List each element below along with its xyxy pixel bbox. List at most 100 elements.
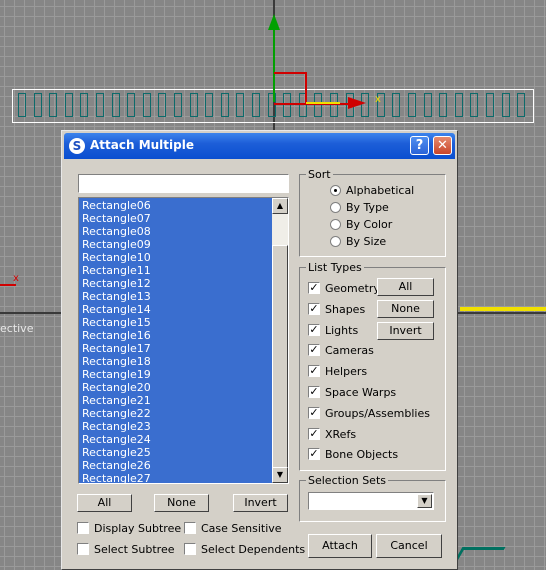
radio-button[interactable] [330, 219, 341, 230]
object-listbox[interactable]: Rectangle06 Rectangle07 Rectangle08 Rectang… [78, 197, 289, 484]
radio-button[interactable] [330, 236, 341, 247]
list-scrollbar[interactable]: ▲ ▼ [272, 198, 288, 483]
types-none-button[interactable]: None [377, 300, 434, 318]
world-x-axis [0, 284, 16, 286]
viewport-rectangle-shape[interactable] [517, 93, 525, 117]
checkmark-icon[interactable]: ✓ [308, 323, 320, 336]
viewport-rectangle-shape[interactable] [424, 93, 432, 117]
viewport-rectangle-shape[interactable] [112, 93, 120, 117]
viewport-rectangle-shape[interactable] [236, 93, 244, 117]
list-all-button[interactable]: All [77, 494, 132, 512]
object-list: Rectangle06 Rectangle07 Rectangle08 Rectang… [81, 199, 271, 483]
viewport-rectangle-shape[interactable] [143, 93, 151, 117]
list-item[interactable]: Rectangle27 [81, 472, 271, 483]
list-item[interactable]: Rectangle10 [81, 251, 271, 264]
viewport-rectangle-shape[interactable] [486, 93, 494, 117]
checkmark-icon[interactable]: ✓ [308, 406, 320, 419]
gizmo-plane-handle-top[interactable] [274, 72, 307, 74]
checkmark-icon[interactable]: ✓ [308, 427, 320, 440]
viewport-rectangle-shape[interactable] [314, 93, 322, 117]
viewport-label[interactable]: ective [0, 322, 33, 335]
list-item[interactable]: Rectangle16 [81, 329, 271, 342]
list-item[interactable]: Rectangle18 [81, 355, 271, 368]
radio-button[interactable] [330, 185, 341, 196]
app-logo-icon: S [69, 138, 85, 154]
close-button[interactable]: ✕ [433, 136, 452, 155]
viewport-rectangle-shape[interactable] [439, 93, 447, 117]
list-item[interactable]: Rectangle17 [81, 342, 271, 355]
list-item[interactable]: Rectangle07 [81, 212, 271, 225]
viewport-rectangle-shape[interactable] [18, 93, 26, 117]
list-none-button[interactable]: None [154, 494, 209, 512]
name-filter-input[interactable] [78, 174, 289, 193]
cancel-button[interactable]: Cancel [376, 534, 442, 558]
viewport-rectangle-shape[interactable] [80, 93, 88, 117]
viewport-rectangle-shape[interactable] [455, 93, 463, 117]
viewport-rectangle-shape[interactable] [158, 93, 166, 117]
viewport-rectangle-shape[interactable] [205, 93, 213, 117]
list-item[interactable]: Rectangle06 [81, 199, 271, 212]
viewport-rectangle-shape[interactable] [221, 93, 229, 117]
list-item[interactable]: Rectangle22 [81, 407, 271, 420]
checkbox-box[interactable] [184, 522, 196, 534]
viewport-rectangle-shape[interactable] [470, 93, 478, 117]
viewport-rectangle-shape[interactable] [65, 93, 73, 117]
gizmo-plane-handle[interactable] [305, 72, 307, 104]
list-invert-button[interactable]: Invert [233, 494, 288, 512]
gizmo-y-axis[interactable] [273, 20, 275, 102]
list-item[interactable]: Rectangle21 [81, 394, 271, 407]
list-item[interactable]: Rectangle19 [81, 368, 271, 381]
checkbox-box[interactable] [77, 522, 89, 534]
scroll-up-icon[interactable]: ▲ [272, 198, 288, 214]
attach-button[interactable]: Attach [308, 534, 372, 558]
list-item[interactable]: Rectangle11 [81, 264, 271, 277]
chevron-down-icon[interactable]: ▼ [417, 494, 432, 508]
list-item[interactable]: Rectangle15 [81, 316, 271, 329]
list-item[interactable]: Rectangle12 [81, 277, 271, 290]
checkmark-icon[interactable]: ✓ [308, 282, 320, 294]
gizmo-x-arrow-icon[interactable] [348, 97, 366, 109]
viewport-rectangle-shape[interactable] [49, 93, 57, 117]
checkmark-icon[interactable]: ✓ [308, 448, 320, 461]
viewport-rectangle-shape[interactable] [330, 93, 338, 117]
checkmark-icon[interactable]: ✓ [308, 365, 320, 378]
viewport-rectangle-shape[interactable] [392, 93, 400, 117]
viewport-active-border [460, 307, 546, 311]
list-item[interactable]: Rectangle26 [81, 459, 271, 472]
viewport-rectangle-shape[interactable] [34, 93, 42, 117]
list-item[interactable]: Rectangle23 [81, 420, 271, 433]
checkmark-icon[interactable]: ✓ [308, 302, 320, 315]
selection-sets-dropdown[interactable]: ▼ [308, 492, 434, 510]
checkmark-icon[interactable]: ✓ [308, 344, 320, 357]
list-item[interactable]: Rectangle13 [81, 290, 271, 303]
checkbox-box[interactable] [77, 543, 89, 555]
attach-multiple-dialog: S Attach Multiple ? ✕ Rectangle06 Rectang… [61, 130, 458, 570]
list-item[interactable]: Rectangle08 [81, 225, 271, 238]
viewport-rectangle-shape[interactable] [96, 93, 104, 117]
list-item[interactable]: Rectangle24 [81, 433, 271, 446]
selection-sets-group: Selection Sets ▼ [299, 474, 446, 522]
dialog-title-bar[interactable]: S Attach Multiple ? ✕ [64, 133, 455, 159]
list-item[interactable]: Rectangle25 [81, 446, 271, 459]
radio-button[interactable] [330, 202, 341, 213]
list-item[interactable]: Rectangle20 [81, 381, 271, 394]
viewport-rectangle-shape[interactable] [283, 93, 291, 117]
gizmo-y-arrow-icon[interactable] [268, 14, 280, 30]
help-button[interactable]: ? [410, 136, 429, 155]
viewport-rectangle-shape[interactable] [190, 93, 198, 117]
types-all-button[interactable]: All [377, 278, 434, 296]
viewport-rectangle-shape[interactable] [502, 93, 510, 117]
list-item[interactable]: Rectangle09 [81, 238, 271, 251]
viewport-rectangle-shape[interactable] [127, 93, 135, 117]
types-invert-button[interactable]: Invert [377, 322, 434, 340]
scroll-down-icon[interactable]: ▼ [272, 467, 288, 483]
checkmark-icon[interactable]: ✓ [308, 386, 320, 398]
list-item[interactable]: Rectangle14 [81, 303, 271, 316]
scroll-thumb[interactable] [272, 245, 288, 470]
sort-group: Sort Alphabetical By Type By Color By Size [299, 168, 446, 257]
viewport-rectangle-shape[interactable] [408, 93, 416, 117]
viewport-rectangle-shape[interactable] [174, 93, 182, 117]
viewport-rectangle-shape[interactable] [252, 93, 260, 117]
gizmo-x-highlight [306, 102, 340, 104]
checkbox-box[interactable] [184, 543, 196, 555]
